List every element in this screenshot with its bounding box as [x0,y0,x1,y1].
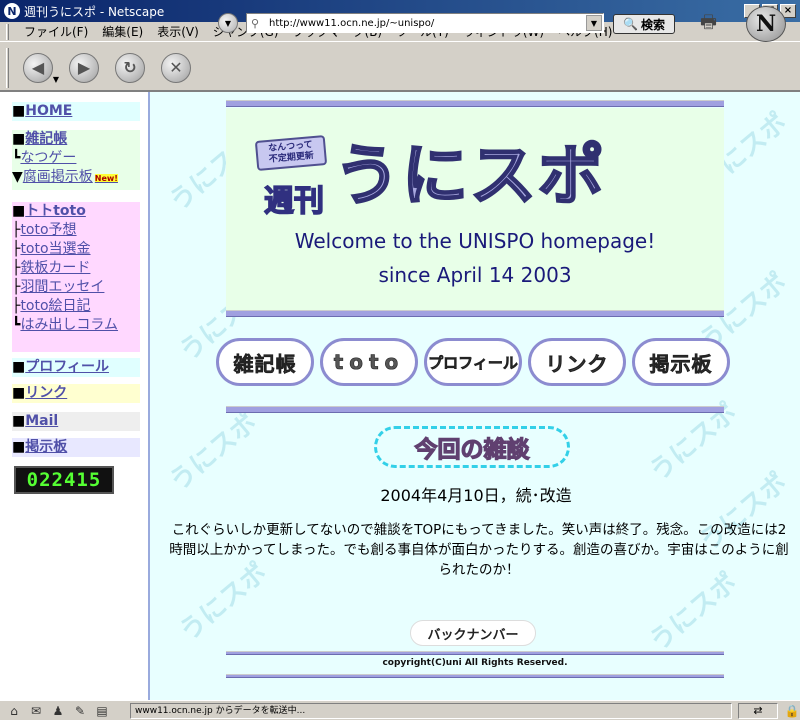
sidebar-link-mail[interactable]: Mail [25,413,58,429]
top-divider [226,100,724,107]
sidebar-link-toto-prize[interactable]: toto当選金 [20,241,90,257]
sidebar-link-profile[interactable]: プロフィール [25,359,109,375]
sidebar-link-toto-diary[interactable]: toto絵日記 [20,298,90,314]
welcome-line: Welcome to the UNISPO homepage! [294,229,656,253]
url-text[interactable]: http://www11.ocn.ne.jp/~unispo/ [269,18,586,29]
mail-icon[interactable]: ✉ [28,704,44,718]
search-button[interactable]: 🔍 検索 [613,14,675,34]
search-label: 検索 [640,17,665,32]
stop-icon: ✕ [169,58,183,77]
reload-button[interactable]: ↻ [115,52,145,83]
magnifier-icon: 🔍 [623,17,638,31]
back-button[interactable]: ◀ ▼ [23,52,59,84]
url-field[interactable]: ⚲ http://www11.ocn.ne.jp/~unispo/ ▼ [246,13,604,33]
status-bar: ⌂ ✉ ♟ ✎ ▤ www11.ocn.ne.jp からデータを転送中... ⇄… [0,700,800,720]
toolbar-grip [6,47,9,88]
location-bar: ▼ ⚲ http://www11.ocn.ne.jp/~unispo/ ▼ [218,10,604,36]
menu-edit[interactable]: 編集(E) [95,23,150,40]
navigation-toolbar: ◀ ▼ ▶ ↻ ✕ [0,43,800,93]
forward-button[interactable]: ▶ [69,52,99,83]
topic-body: これぐらいしか更新してないので雑談をTOPにもってきました。笑い声は終了。残念。… [169,522,789,578]
nav-button-link[interactable]: リンク [528,338,626,386]
banner-bottom-divider [226,310,724,317]
new-badge: New! [94,174,118,183]
nav-button-zakki[interactable]: 雑記帳 [216,338,314,386]
menu-file[interactable]: ファイル(F) [17,23,95,40]
footer-bottom-divider [226,674,724,678]
sidebar-link-hama-essay[interactable]: 羽間エッセイ [20,279,104,295]
sidebar-link-links[interactable]: リンク [25,385,67,401]
page-content: うにスポ うにスポ うにスポ うにスポ うにスポ うにスポ うにスポ うにスポ … [0,90,800,700]
sidebar-zakki: ■雑記帳 ┗なつゲー ▼腐画掲示板 New! [12,130,140,190]
sidebar-toto: ■トトtoto ├toto予想 ├toto当選金 ├鉄板カード ├羽間エッセイ … [12,202,140,352]
main-column: なんつって 不定期更新 週刊 うにスポ Welcome to the UNISP… [152,92,800,700]
site-logo: うにスポ [333,136,606,216]
sidebar-link-home[interactable]: HOME [25,103,72,119]
reload-icon: ↻ [123,58,137,77]
sidebar-bbs: ■掲示板 [12,438,140,457]
topic-date: 2004年4月10日，続･改造 [380,486,572,505]
navigator-icon[interactable]: ⌂ [6,704,22,718]
url-history-dropdown-icon[interactable]: ▼ [586,15,602,31]
header-banner: なんつって 不定期更新 週刊 うにスポ Welcome to the UNISP… [226,108,724,314]
sidebar-link-zakki[interactable]: 雑記帳 [25,131,67,147]
back-dropdown-icon[interactable]: ▼ [53,75,59,84]
forward-arrow-icon: ▶ [77,58,91,77]
menu-view[interactable]: 表示(V) [150,23,206,40]
sidebar-link-toto[interactable]: トトtoto [25,203,86,219]
address-book-icon[interactable]: ▤ [94,704,110,718]
copyright: copyright(C)uni All Rights Reserved. [382,658,568,668]
access-counter: 022415 [14,466,114,494]
sidebar-link: ■リンク [12,384,140,403]
page-proxy-icon[interactable]: ⚲ [251,17,265,30]
sidebar-home: ■HOME [12,102,140,121]
aim-icon[interactable]: ♟ [50,704,66,718]
topic-heading: 今回の雑談 [374,426,570,468]
composer-icon[interactable]: ✎ [72,704,88,718]
connection-icon: ⇄ [738,702,778,719]
status-text: www11.ocn.ne.jp からデータを転送中... [130,702,732,719]
tagline-badge: なんつって 不定期更新 [254,135,328,171]
welcome-text: Welcome to the UNISPO homepage! since Ap… [226,224,724,292]
sidebar-link-bbs[interactable]: 掲示板 [25,439,67,455]
main-nav-buttons: 雑記帳 toto プロフィール リンク 掲示板 [216,338,736,388]
print-icon[interactable]: 🖶 [700,10,728,34]
url-dropdown-round-icon[interactable]: ▼ [218,13,238,33]
menu-grip [6,23,9,40]
security-lock-icon[interactable]: 🔒 [784,704,800,718]
logo-weekly: 週刊 [263,183,325,220]
sidebar: ■HOME ■雑記帳 ┗なつゲー ▼腐画掲示板 New! ■トトtoto ├tot… [0,92,150,700]
sidebar-link-teppan-card[interactable]: 鉄板カード [20,260,90,276]
stop-button[interactable]: ✕ [161,52,191,83]
sidebar-profile: ■プロフィール [12,358,140,377]
nav-button-toto[interactable]: toto [320,338,418,386]
sidebar-link-toto-yosou[interactable]: toto予想 [20,222,76,238]
sidebar-link-hamidashi-column[interactable]: はみ出しコラム [20,317,118,333]
sidebar-link-natsuge[interactable]: なつゲー [20,150,76,166]
netscape-app-icon: N [4,3,20,19]
sidebar-link-fuga-bbs[interactable]: 腐画掲示板 [23,169,93,185]
back-arrow-icon: ◀ [31,58,45,77]
nav-button-profile[interactable]: プロフィール [424,338,522,386]
since-line: since April 14 2003 [378,263,572,287]
nav-button-bbs[interactable]: 掲示板 [632,338,730,386]
nav-bottom-divider [226,406,724,413]
back-number-button[interactable]: バックナンバー [410,620,536,646]
sidebar-mail: ■Mail [12,412,140,431]
netscape-logo[interactable]: N [746,6,786,42]
